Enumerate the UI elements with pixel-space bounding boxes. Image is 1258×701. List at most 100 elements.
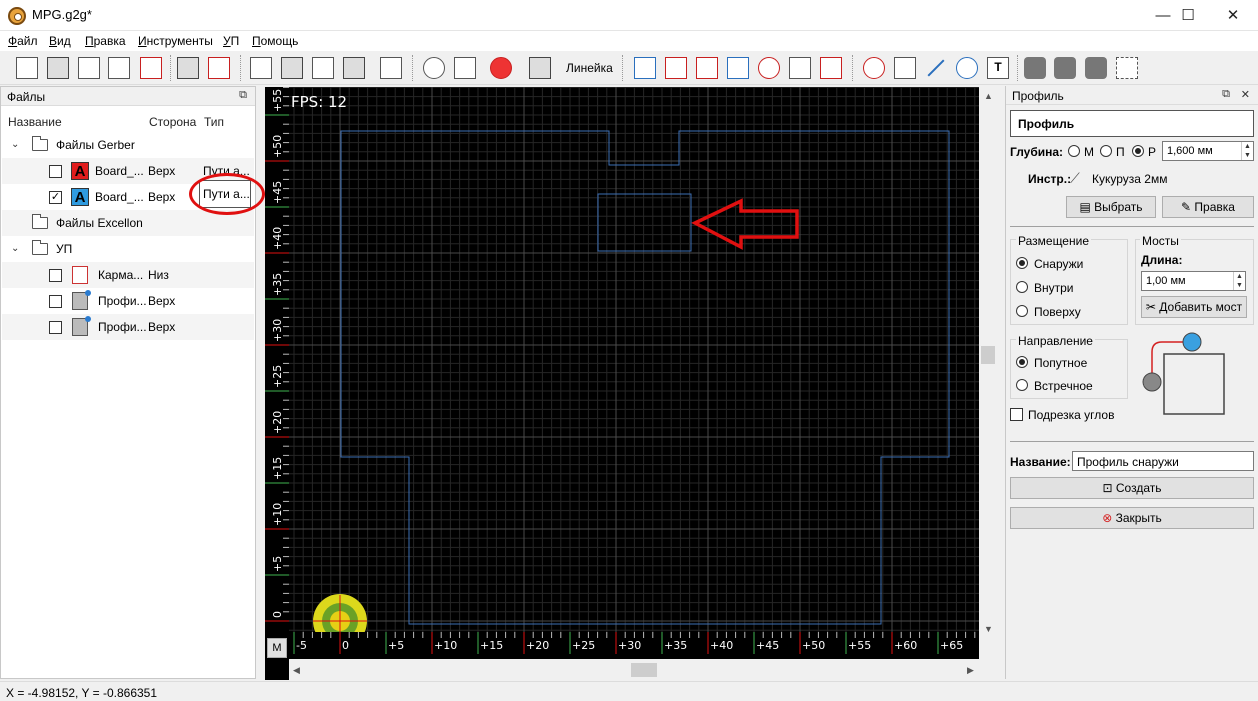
menu-cam[interactable]: УП xyxy=(223,34,239,48)
spin-arrows-icon[interactable]: ▲ ▼ xyxy=(1241,142,1253,160)
save-as-icon[interactable] xyxy=(108,57,130,79)
thermal-tool-icon[interactable] xyxy=(820,57,842,79)
tree-group-cam[interactable]: ⌄ УП xyxy=(2,236,254,262)
drill-icon[interactable] xyxy=(529,57,551,79)
placement-outside-label[interactable]: Снаружи xyxy=(1034,257,1083,271)
depth-option-m[interactable]: М xyxy=(1084,145,1094,159)
corner-trim-label[interactable]: Подрезка углов xyxy=(1028,408,1114,422)
bridge-length-spinbox[interactable]: 1,00 мм ▲ ▼ xyxy=(1141,271,1246,291)
tree-row-toolpath[interactable]: Профи... Верх xyxy=(2,314,254,340)
placement-inside-label[interactable]: Внутри xyxy=(1034,281,1074,295)
undock-icon[interactable]: ⧉ xyxy=(1222,88,1230,101)
depth-spinbox[interactable]: 1,600 мм ▲ ▼ xyxy=(1162,141,1254,161)
print-icon[interactable] xyxy=(177,57,199,79)
settings-list-icon[interactable] xyxy=(454,57,476,79)
visibility-checkbox[interactable] xyxy=(49,295,62,308)
depth-radio-r[interactable] xyxy=(1132,145,1144,157)
direction-conventional-label[interactable]: Встречное xyxy=(1034,379,1093,393)
new-file-icon[interactable] xyxy=(16,57,38,79)
difference-icon[interactable] xyxy=(1054,57,1076,79)
y-ruler xyxy=(265,87,289,632)
toolpath-name: Профи... xyxy=(98,294,147,308)
close-file-icon[interactable] xyxy=(140,57,162,79)
visibility-checkbox[interactable] xyxy=(49,165,62,178)
run-icon[interactable] xyxy=(423,57,445,79)
depth-radio-m[interactable] xyxy=(1068,145,1080,157)
menu-tools[interactable]: Инструменты xyxy=(138,34,213,48)
save-icon[interactable] xyxy=(78,57,100,79)
toolbar-separator xyxy=(412,55,413,81)
list-icon: ▤ xyxy=(1079,200,1095,214)
ruler-label[interactable]: Линейка xyxy=(566,61,613,75)
menu-view[interactable]: Вид xyxy=(49,34,71,48)
viewport-canvas[interactable]: 0 +5 +10 +15 +20 +25 +30 +35 +40 +45 +50 +55 -5 0 +5 +… xyxy=(265,87,997,680)
direction-climb-label[interactable]: Попутное xyxy=(1034,356,1087,370)
direction-conventional-radio[interactable] xyxy=(1016,379,1028,391)
visibility-checkbox[interactable] xyxy=(49,321,62,334)
corner-trim-checkbox[interactable] xyxy=(1010,408,1023,421)
voronoi-tool-icon[interactable] xyxy=(727,57,749,79)
depth-option-r[interactable]: Р xyxy=(1148,145,1156,159)
menu-help[interactable]: Помощь xyxy=(252,34,298,48)
intersection-icon[interactable] xyxy=(1085,57,1107,79)
x-ruler-label: +50 xyxy=(802,639,825,652)
direction-climb-radio[interactable] xyxy=(1016,356,1028,368)
text-shape-icon[interactable]: T xyxy=(987,57,1009,79)
close-window-button[interactable]: ✕ xyxy=(1210,0,1256,31)
zoom-fit-icon[interactable] xyxy=(250,57,272,79)
create-button[interactable]: ⊡ Создать xyxy=(1010,477,1254,499)
placement-on-radio[interactable] xyxy=(1016,305,1028,317)
graphics-viewport[interactable]: 0 +5 +10 +15 +20 +25 +30 +35 +40 +45 +50 +55 -5 0 +5 +… xyxy=(265,87,997,680)
spin-arrows-icon[interactable]: ▲ ▼ xyxy=(1233,272,1245,290)
chevron-down-icon[interactable]: ⌄ xyxy=(11,243,19,254)
chevron-down-icon[interactable]: ⌄ xyxy=(11,139,19,150)
maximize-button[interactable]: ☐ xyxy=(1165,0,1211,31)
column-type[interactable]: Тип xyxy=(204,115,224,129)
placement-on-label[interactable]: Поверху xyxy=(1034,305,1081,319)
profile-tool-icon[interactable] xyxy=(634,57,656,79)
undock-icon[interactable]: ⧉ xyxy=(239,89,247,102)
column-side[interactable]: Сторона xyxy=(149,115,196,129)
toolpath-name-field[interactable]: Профиль снаружи xyxy=(1072,451,1254,471)
pocket-tool-icon[interactable] xyxy=(665,57,687,79)
depth-radio-p[interactable] xyxy=(1100,145,1112,157)
rectangle-shape-icon[interactable] xyxy=(894,57,916,79)
zoom-all-icon[interactable] xyxy=(281,57,303,79)
select-area-icon[interactable] xyxy=(1116,57,1138,79)
raster-tool-icon[interactable] xyxy=(696,57,718,79)
dots-tool-icon[interactable] xyxy=(789,57,811,79)
tree-group-gerber[interactable]: ⌄ Файлы Gerber xyxy=(2,132,254,158)
placement-inside-radio[interactable] xyxy=(1016,281,1028,293)
target-icon[interactable] xyxy=(490,57,512,79)
y-ruler-label: +45 xyxy=(271,181,284,204)
arc-shape-icon[interactable] xyxy=(956,57,978,79)
drilling-tool-icon[interactable] xyxy=(758,57,780,79)
union-icon[interactable] xyxy=(1024,57,1046,79)
export-pdf-icon[interactable] xyxy=(208,57,230,79)
select-tool-button[interactable]: ▤ Выбрать xyxy=(1066,196,1156,218)
zoom-to-selection-icon[interactable] xyxy=(312,57,334,79)
x-ruler-label: 0 xyxy=(342,639,349,652)
line-shape-icon[interactable] xyxy=(927,59,945,77)
open-folder-icon[interactable] xyxy=(47,57,69,79)
tree-row-toolpath[interactable]: Профи... Верх xyxy=(2,288,254,314)
folder-icon xyxy=(32,240,48,255)
tree-row-toolpath[interactable]: Карма... Низ xyxy=(2,262,254,288)
file-name: Board_... xyxy=(95,190,144,204)
menu-edit[interactable]: Правка xyxy=(85,34,126,48)
close-panel-icon[interactable]: ✕ xyxy=(1241,88,1250,101)
visibility-checkbox[interactable]: ✓ xyxy=(49,191,62,204)
visibility-checkbox[interactable] xyxy=(49,269,62,282)
zoom-out-icon[interactable] xyxy=(343,57,365,79)
toolpath-side: Низ xyxy=(148,268,169,282)
menu-file[interactable]: Файл xyxy=(8,34,38,48)
mode-button[interactable]: M xyxy=(267,638,287,658)
placement-outside-radio[interactable] xyxy=(1016,257,1028,269)
edit-tool-button[interactable]: ✎ Правка xyxy=(1162,196,1254,218)
depth-option-p[interactable]: П xyxy=(1116,145,1125,159)
add-bridge-button[interactable]: ✂ Добавить мост xyxy=(1141,296,1247,318)
circle-shape-icon[interactable] xyxy=(863,57,885,79)
snap-grid-icon[interactable] xyxy=(380,57,402,79)
column-name[interactable]: Название xyxy=(8,115,62,129)
close-button[interactable]: ⊗ Закрыть xyxy=(1010,507,1254,529)
